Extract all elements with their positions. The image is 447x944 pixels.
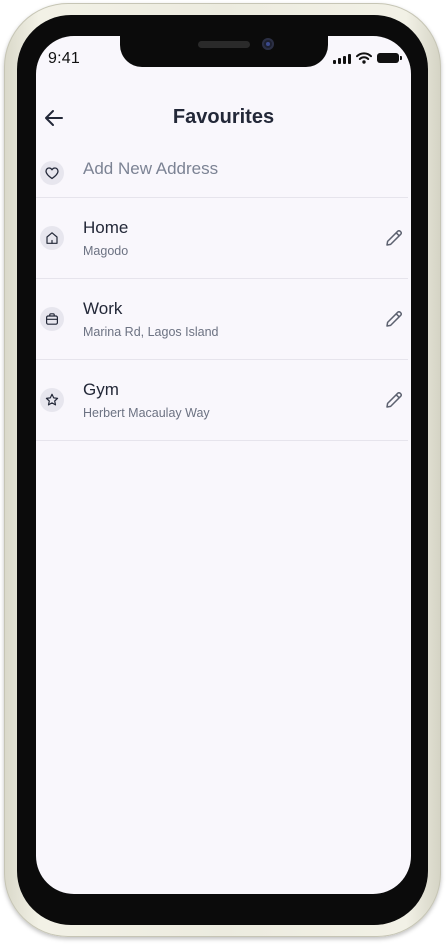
favourite-name: Gym <box>83 380 119 399</box>
edit-button[interactable] <box>382 388 406 412</box>
pencil-icon <box>386 310 403 327</box>
status-time: 9:41 <box>48 50 80 67</box>
favourite-item-gym[interactable]: Gym Herbert Macaulay Way <box>36 360 408 441</box>
signal-icon <box>333 53 351 64</box>
edit-button[interactable] <box>382 307 406 331</box>
favourite-address: Herbert Macaulay Way <box>83 406 210 420</box>
add-new-address-button[interactable]: Add New Address <box>36 152 408 198</box>
speaker-grille <box>198 41 250 48</box>
favourite-item-home[interactable]: Home Magodo <box>36 198 408 279</box>
favourite-item-work[interactable]: Work Marina Rd, Lagos Island <box>36 279 408 360</box>
header: Favourites <box>36 102 411 134</box>
heart-icon <box>40 161 64 185</box>
edit-button[interactable] <box>382 226 406 250</box>
status-icons <box>333 52 402 64</box>
pencil-icon <box>386 391 403 408</box>
app-screen: 9:41 Favourites Add New Address Home Mag… <box>36 36 411 894</box>
notch <box>120 36 328 67</box>
add-new-address-label: Add New Address <box>83 159 219 178</box>
camera-icon <box>262 38 274 50</box>
wifi-icon <box>356 52 372 64</box>
pencil-icon <box>386 229 403 246</box>
favourite-name: Home <box>83 218 129 237</box>
favourites-list: Home Magodo Work Marina Rd, Lagos Island <box>36 198 408 441</box>
page-title: Favourites <box>172 106 275 128</box>
battery-icon <box>377 53 402 63</box>
favourite-name: Work <box>83 299 123 318</box>
home-icon <box>40 226 64 250</box>
favourite-address: Marina Rd, Lagos Island <box>83 325 219 339</box>
star-icon <box>40 388 64 412</box>
briefcase-icon <box>40 307 64 331</box>
favourite-address: Magodo <box>83 244 129 258</box>
